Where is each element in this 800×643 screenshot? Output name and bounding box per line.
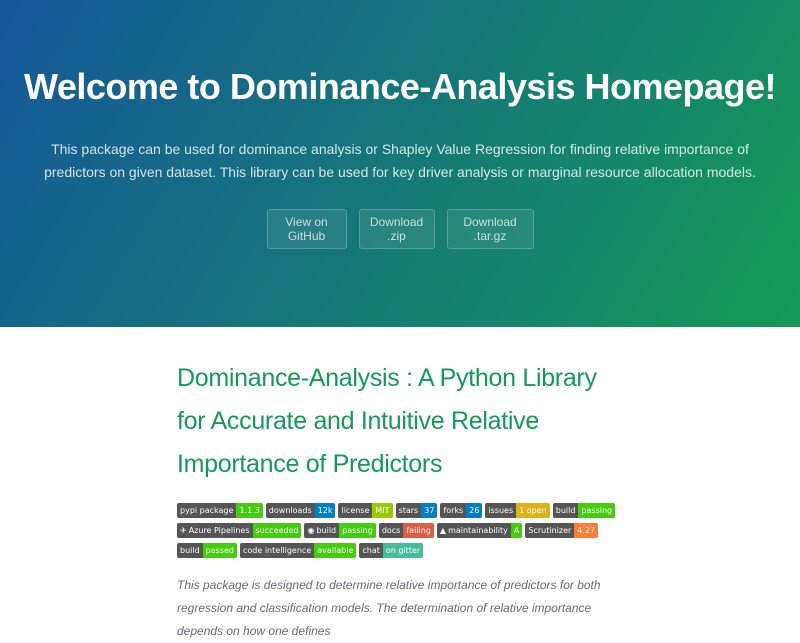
badge-chat[interactable]: chat on gitter xyxy=(359,543,424,558)
badge-value: available xyxy=(314,543,357,558)
badge-issues[interactable]: issues 1 open xyxy=(485,503,550,518)
badge-value: 12k xyxy=(314,503,336,518)
circleci-icon: ◉ xyxy=(307,526,315,535)
badge-label: docs xyxy=(378,523,404,538)
badge-downloads[interactable]: downloads 12k xyxy=(265,503,336,518)
badge-row: pypi package 1.1.3 downloads 12k license MIT s… xyxy=(177,503,622,558)
badge-label: pypi package xyxy=(177,503,237,518)
download-targz-button[interactable]: Download .tar.gz xyxy=(446,209,534,249)
project-tagline: This package can be used for dominance a… xyxy=(44,141,756,180)
badge-docs[interactable]: docs failing xyxy=(378,523,434,538)
badge-value: passing xyxy=(578,503,616,518)
badge-label: forks xyxy=(440,503,467,518)
badge-label-text: license xyxy=(341,506,370,515)
badge-value: 26 xyxy=(466,503,483,518)
badge-label-text: build xyxy=(316,526,337,535)
badge-value: on gitter xyxy=(382,543,424,558)
badge-license[interactable]: license MIT xyxy=(338,503,393,518)
badge-label: Scrutinizer xyxy=(525,523,575,538)
badge-forks[interactable]: forks 26 xyxy=(440,503,483,518)
badge-label-text: build xyxy=(180,546,200,555)
description-text: This package is designed to determine re… xyxy=(177,578,601,638)
badge-azure-pipelines[interactable]: ✈ Azure Pipelines succeeded xyxy=(177,523,302,538)
badge-value: A xyxy=(510,523,523,538)
badge-scrutinizer[interactable]: Scrutinizer 4.27 xyxy=(525,523,599,538)
rocket-icon: ✈ xyxy=(180,526,187,535)
badge-value: passed xyxy=(202,543,237,558)
badge-build[interactable]: build passed xyxy=(177,543,237,558)
badge-label-text: stars xyxy=(398,506,419,515)
badge-label: ✈ Azure Pipelines xyxy=(177,523,253,538)
badge-build[interactable]: build passing xyxy=(552,503,616,518)
badge-value: passing xyxy=(339,523,376,538)
badge-label-text: forks xyxy=(443,506,464,515)
badge-value: MIT xyxy=(372,503,393,518)
main-heading: Dominance-Analysis : A Python Library fo… xyxy=(177,364,597,478)
badge-label-text: build xyxy=(555,506,576,515)
badge-value: 1.1.3 xyxy=(236,503,263,518)
badge-label: chat xyxy=(359,543,383,558)
badge-stars[interactable]: stars 37 xyxy=(395,503,438,518)
badge-value: 37 xyxy=(421,503,438,518)
badge-value: succeeded xyxy=(252,523,302,538)
badge-label-text: Azure Pipelines xyxy=(188,526,250,535)
badge-label-text: maintainability xyxy=(448,526,508,535)
codeclimate-icon: ▲ xyxy=(439,526,447,535)
view-on-github-button[interactable]: View on GitHub xyxy=(266,209,347,249)
hero-banner: Welcome to Dominance-Analysis Homepage! … xyxy=(0,0,800,327)
badge-label: code intelligence xyxy=(240,543,315,558)
badge-label: license xyxy=(338,503,373,518)
badge-label-text: issues xyxy=(488,506,514,515)
badge-label-text: downloads xyxy=(268,506,312,515)
badge-code-intelligence[interactable]: code intelligence available xyxy=(240,543,357,558)
badge-label-text: pypi package xyxy=(180,506,234,515)
badge-value: failing xyxy=(403,523,434,538)
download-buttons: View on GitHub Download .zip Download .t… xyxy=(0,209,800,249)
main-content: Dominance-Analysis : A Python Library fo… xyxy=(177,357,627,643)
badge-build[interactable]: ◉ build passing xyxy=(304,523,376,538)
badge-label-text: docs xyxy=(381,526,401,535)
badge-label: issues xyxy=(485,503,517,518)
badge-label: build xyxy=(177,543,203,558)
badge-label: stars xyxy=(395,503,422,518)
badge-value: 4.27 xyxy=(574,523,599,538)
badge-label: downloads xyxy=(265,503,315,518)
badge-value: 1 open xyxy=(516,503,550,518)
badge-label: build xyxy=(552,503,579,518)
badge-label: ▲ maintainability xyxy=(436,523,511,538)
badge-pypi-package[interactable]: pypi package 1.1.3 xyxy=(177,503,263,518)
badge-label-text: chat xyxy=(362,546,380,555)
badge-label-text: code intelligence xyxy=(243,546,312,555)
badge-label: ◉ build xyxy=(304,523,340,538)
badge-label-text: Scrutinizer xyxy=(528,526,572,535)
badge-maintainability[interactable]: ▲ maintainability A xyxy=(436,523,523,538)
page-title: Welcome to Dominance-Analysis Homepage! xyxy=(23,66,777,107)
download-zip-button[interactable]: Download .zip xyxy=(358,209,435,249)
